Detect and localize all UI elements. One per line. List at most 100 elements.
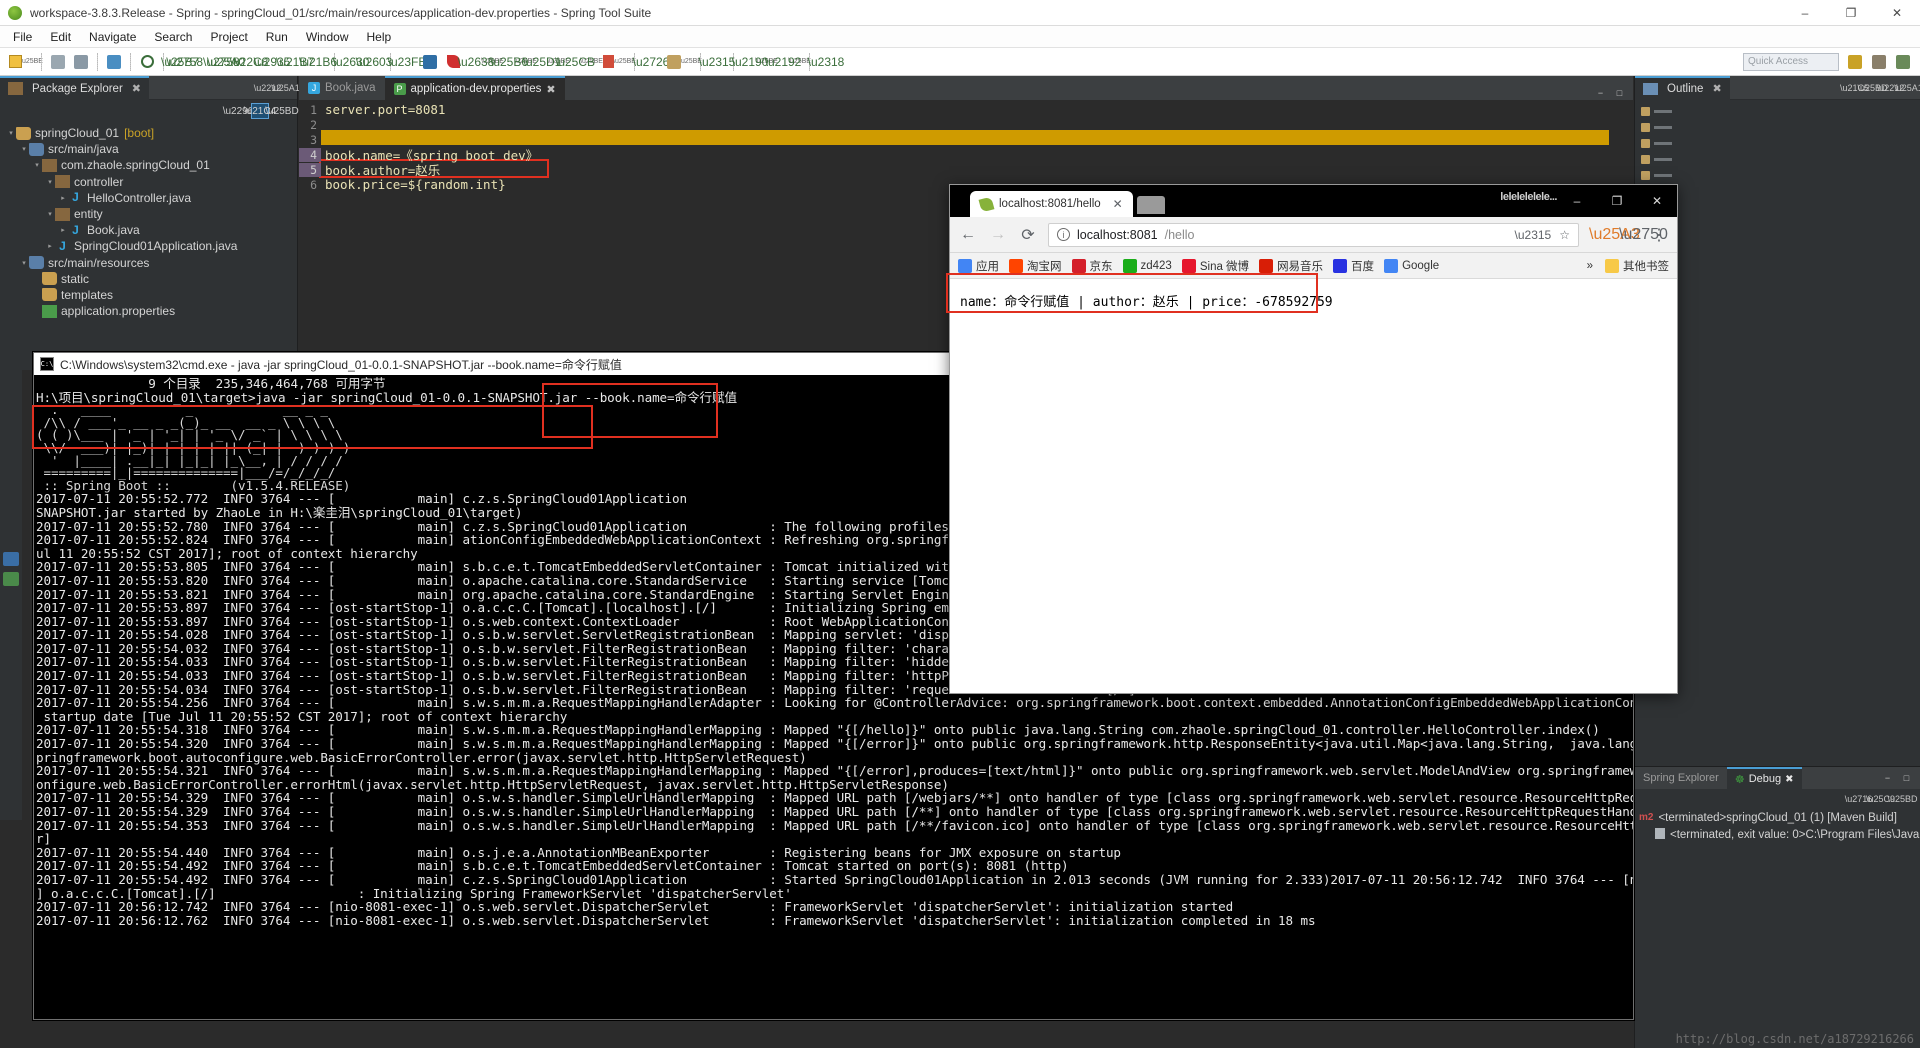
tab-package-explorer[interactable]: Package Explorer ✖ — [0, 75, 149, 100]
outline-item[interactable] — [1641, 168, 1920, 182]
maximize-icon[interactable]: \u25A1 — [1894, 80, 1920, 95]
bookmark-dropdown-icon[interactable]: \u25BE — [613, 51, 636, 73]
expand-arrow-icon[interactable] — [58, 194, 68, 202]
code-line[interactable]: 6 book.price=${random.int} — [299, 177, 1633, 192]
tree-item[interactable]: controller — [0, 174, 297, 190]
view-menu-icon[interactable]: \u25BD — [265, 103, 298, 119]
tree-item[interactable]: application.properties — [0, 303, 297, 319]
maximize-icon[interactable]: \u25A1 — [271, 80, 300, 95]
bookmark-item[interactable]: 应用 — [958, 258, 999, 274]
menu-navigate[interactable]: Navigate — [80, 28, 145, 46]
perspective-java-icon[interactable] — [1868, 51, 1890, 73]
search-icon[interactable]: \u2315 — [1515, 228, 1552, 242]
open-perspective-icon[interactable] — [1844, 51, 1866, 73]
menu-file[interactable]: File — [4, 28, 41, 46]
debug-launch-item[interactable]: m2 <terminated>springCloud_01 (1) [Maven … — [1635, 809, 1920, 826]
maximize-icon[interactable]: □ — [1899, 771, 1914, 786]
back-nav-icon[interactable]: \u2190 — [732, 51, 769, 73]
ide-minimize-button[interactable]: – — [1782, 0, 1828, 26]
no-entry-icon[interactable] — [136, 51, 158, 73]
reload-icon[interactable]: ⟳ — [1018, 225, 1038, 245]
close-icon[interactable]: ✖ — [1712, 82, 1721, 95]
address-bar[interactable]: i localhost:8081/hello \u2315 ☆ — [1048, 222, 1579, 247]
collapse-arrow-icon[interactable] — [6, 129, 16, 137]
tree-item[interactable]: entity — [0, 206, 297, 222]
tree-item[interactable]: src/main/resources — [0, 255, 297, 271]
bookmark-flag-icon[interactable] — [597, 51, 619, 73]
expand-arrow-icon[interactable] — [45, 242, 55, 250]
view-menu-icon[interactable]: \u25BD — [1887, 792, 1917, 807]
outline-item[interactable] — [1641, 136, 1920, 150]
collapse-arrow-icon[interactable] — [45, 178, 55, 186]
new-tab-button[interactable] — [1136, 196, 1165, 214]
outline-item[interactable] — [1641, 120, 1920, 134]
power-icon[interactable]: \u23FB — [388, 51, 427, 73]
bookmarks-more-icon[interactable]: » — [1587, 260, 1593, 272]
other-bookmarks-folder[interactable]: 其他书签 — [1605, 258, 1669, 274]
tree-item[interactable]: J HelloController.java — [0, 190, 297, 206]
menu-edit[interactable]: Edit — [41, 28, 80, 46]
boot-dashboard-icon[interactable]: \u2603 — [356, 51, 393, 73]
pin-icon[interactable]: \u25C9 — [1866, 792, 1895, 807]
code-line[interactable]: 1 server.port=8081 — [299, 102, 1633, 117]
problems-view-icon[interactable] — [3, 572, 19, 586]
tab-outline[interactable]: Outline ✖ — [1635, 75, 1730, 100]
step-return-icon[interactable]: \u21B6 — [299, 51, 337, 73]
collapse-arrow-icon[interactable] — [45, 210, 55, 218]
new-java-class-icon[interactable]: \u2726 — [633, 51, 670, 73]
save-all-icon[interactable] — [70, 51, 92, 73]
run-external-icon[interactable]: \u25D1 — [523, 51, 562, 73]
debug-view-tab-debug[interactable]: ☸ Debug ✖ — [1726, 767, 1802, 789]
forward-icon[interactable]: → — [988, 226, 1008, 244]
bookmark-item[interactable]: Sina 微博 — [1181, 258, 1249, 274]
bookmark-item[interactable]: Google — [1384, 258, 1439, 273]
extension-icon[interactable]: \u25A3 — [1589, 226, 1640, 244]
back-icon[interactable]: ← — [958, 226, 978, 244]
new-package-icon[interactable] — [663, 51, 685, 73]
properties-icon[interactable] — [419, 51, 441, 73]
remove-all-terminated-icon[interactable]: \u2716 — [1845, 792, 1873, 807]
bookmark-item[interactable]: 淘宝网 — [1009, 258, 1062, 274]
tree-item[interactable]: templates — [0, 287, 297, 303]
tree-item[interactable]: J Book.java — [0, 222, 297, 238]
editor-tab-application-dev-properties[interactable]: Papplication-dev.properties ✖ — [384, 76, 565, 100]
code-line[interactable]: 5 book.author=赵乐 — [299, 162, 1633, 178]
quick-access-input[interactable]: Quick Access — [1743, 52, 1839, 71]
menu-window[interactable]: Window — [297, 28, 358, 46]
menu-help[interactable]: Help — [358, 28, 401, 46]
bookmark-item[interactable]: 京东 — [1071, 258, 1113, 274]
code-line[interactable]: 2 — [299, 117, 1633, 132]
servers-view-icon[interactable] — [3, 552, 19, 566]
chrome-browser-window[interactable]: localhost:8081/hello ✕ lelelelelele... –… — [946, 184, 1678, 694]
close-icon[interactable]: ✕ — [1113, 197, 1123, 211]
open-console-icon[interactable] — [103, 51, 125, 73]
browser-tab[interactable]: localhost:8081/hello ✕ — [970, 191, 1133, 217]
collapse-arrow-icon[interactable] — [19, 145, 29, 153]
outline-item[interactable] — [1641, 104, 1920, 118]
editor-tab-book-java[interactable]: J Book.java — [299, 76, 385, 100]
expand-arrow-icon[interactable] — [58, 226, 68, 234]
close-icon[interactable]: ✖ — [1785, 774, 1793, 785]
collapse-arrow-icon[interactable] — [19, 259, 29, 267]
chrome-menu-icon[interactable]: ⋮ — [1649, 225, 1669, 245]
open-type-icon[interactable]: \u2318 — [808, 51, 845, 73]
ide-close-button[interactable]: ✕ — [1874, 0, 1920, 26]
new-package-dropdown-icon[interactable]: \u25BE — [679, 51, 702, 73]
code-line[interactable]: 4 book.name=《spring boot dev》 — [299, 147, 1633, 163]
tree-item[interactable]: static — [0, 271, 297, 287]
site-info-icon[interactable]: i — [1057, 228, 1070, 241]
ide-maximize-button[interactable]: ❐ — [1828, 0, 1874, 26]
coverage-icon[interactable]: \u25CB — [555, 51, 595, 73]
perspective-spring-icon[interactable] — [1892, 51, 1914, 73]
debug-bug-icon[interactable]: \u2638 — [458, 51, 495, 73]
debug-view-tab-spring-explorer[interactable]: Spring Explorer — [1635, 767, 1727, 789]
forward-nav-icon[interactable]: \u2192 — [765, 51, 802, 73]
menu-run[interactable]: Run — [257, 28, 297, 46]
screenshot-icon[interactable]: \u2750 — [1619, 226, 1668, 244]
new-wizard-icon[interactable] — [4, 51, 26, 73]
browser-close-button[interactable]: ✕ — [1637, 185, 1677, 217]
debug-launch-item[interactable]: <terminated, exit value: 0>C:\Program Fi… — [1635, 826, 1920, 843]
menu-search[interactable]: Search — [145, 28, 201, 46]
bookmark-star-icon[interactable]: ☆ — [1559, 228, 1570, 242]
maximize-icon[interactable]: □ — [1612, 85, 1627, 100]
